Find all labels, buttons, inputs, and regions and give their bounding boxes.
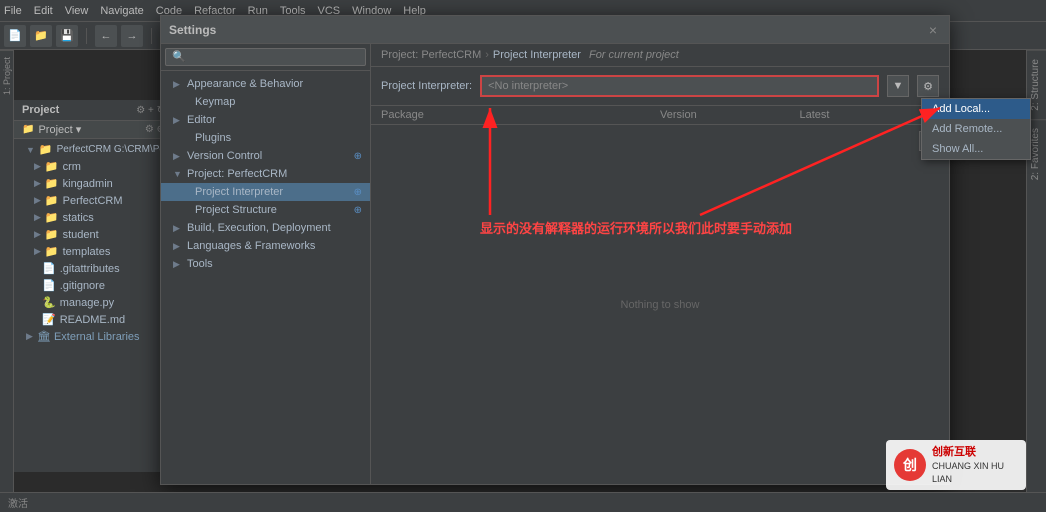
- interpreter-label: Project Interpreter:: [381, 80, 472, 92]
- watermark-text: 创新互联 CHUANG XIN HU LIAN: [932, 445, 1018, 486]
- settings-dialog: Settings × ▶ Appearance & Behavior Keyma…: [160, 15, 950, 485]
- dialog-title: Settings: [169, 23, 925, 37]
- settings-breadcrumb: Project: PerfectCRM › Project Interprete…: [371, 44, 949, 67]
- settings-plugins[interactable]: Plugins: [161, 129, 370, 147]
- watermark-logo: 创: [894, 449, 926, 481]
- settings-tree-panel: ▶ Appearance & Behavior Keymap ▶ Editor …: [161, 44, 371, 484]
- settings-content-panel: Project: PerfectCRM › Project Interprete…: [371, 44, 949, 484]
- watermark-line2: CHUANG XIN HU LIAN: [932, 460, 1018, 485]
- expand-icon: ▶: [173, 259, 183, 270]
- col-package-header: Package: [381, 109, 660, 121]
- dropdown-item-label: Add Local...: [932, 103, 990, 115]
- settings-search-input[interactable]: [165, 48, 366, 66]
- settings-item-label: Project Structure: [195, 204, 277, 216]
- dropdown-add-remote[interactable]: Add Remote...: [922, 119, 1030, 139]
- breadcrumb-section: Project Interpreter: [493, 49, 581, 61]
- structure-indicator: ⊕: [354, 205, 362, 216]
- interpreter-arrow-button[interactable]: ▼: [887, 75, 909, 97]
- settings-editor[interactable]: ▶ Editor: [161, 111, 370, 129]
- dialog-titlebar: Settings ×: [161, 16, 949, 44]
- settings-search: [161, 44, 370, 71]
- settings-build[interactable]: ▶ Build, Execution, Deployment: [161, 219, 370, 237]
- dialog-body: ▶ Appearance & Behavior Keymap ▶ Editor …: [161, 44, 949, 484]
- expand-icon: ▶: [173, 151, 183, 162]
- table-body: + Nothing to show: [371, 125, 949, 484]
- expand-icon: ▶: [173, 79, 183, 90]
- settings-structure[interactable]: Project Structure ⊕: [161, 201, 370, 219]
- settings-interpreter[interactable]: Project Interpreter ⊕: [161, 183, 370, 201]
- table-header: Package Version Latest: [371, 106, 949, 125]
- dropdown-menu: Add Local... Add Remote... Show All...: [921, 98, 1031, 160]
- dialog-overlay: Settings × ▶ Appearance & Behavior Keyma…: [0, 0, 1046, 512]
- settings-item-label: Appearance & Behavior: [187, 78, 303, 90]
- dropdown-item-label: Add Remote...: [932, 123, 1002, 135]
- settings-item-label: Build, Execution, Deployment: [187, 222, 331, 234]
- settings-tools[interactable]: ▶ Tools: [161, 255, 370, 273]
- settings-item-label: Languages & Frameworks: [187, 240, 315, 252]
- interpreter-bar: Project Interpreter: <No interpreter> ▼ …: [371, 67, 949, 106]
- col-latest-header: Latest: [800, 109, 940, 121]
- interpreter-dropdown[interactable]: <No interpreter>: [480, 75, 879, 97]
- settings-vcs[interactable]: ▶ Version Control ⊕: [161, 147, 370, 165]
- vcs-indicator: ⊕: [354, 151, 362, 162]
- settings-keymap[interactable]: Keymap: [161, 93, 370, 111]
- settings-appearance[interactable]: ▶ Appearance & Behavior: [161, 75, 370, 93]
- settings-tree: ▶ Appearance & Behavior Keymap ▶ Editor …: [161, 71, 370, 484]
- breadcrumb-note: For current project: [589, 49, 679, 61]
- dropdown-item-label: Show All...: [932, 143, 983, 155]
- interpreter-indicator: ⊕: [354, 187, 362, 198]
- settings-item-label: Keymap: [195, 96, 235, 108]
- dropdown-show-all[interactable]: Show All...: [922, 139, 1030, 159]
- status-text: 激活: [8, 495, 28, 510]
- interpreter-settings-button[interactable]: ⚙: [917, 75, 939, 97]
- settings-item-label: Editor: [187, 114, 216, 126]
- settings-project[interactable]: ▼ Project: PerfectCRM: [161, 165, 370, 183]
- nothing-to-show: Nothing to show: [621, 299, 700, 311]
- col-version-header: Version: [660, 109, 800, 121]
- watermark: 创 创新互联 CHUANG XIN HU LIAN: [886, 440, 1026, 490]
- breadcrumb-root: Project: PerfectCRM: [381, 49, 481, 61]
- expand-icon: ▶: [173, 223, 183, 234]
- dialog-close-button[interactable]: ×: [925, 22, 941, 38]
- settings-item-label: Tools: [187, 258, 213, 270]
- dropdown-add-local[interactable]: Add Local...: [922, 99, 1030, 119]
- expand-icon: ▼: [173, 169, 183, 179]
- settings-item-label: Plugins: [195, 132, 231, 144]
- settings-item-label: Project: PerfectCRM: [187, 168, 287, 180]
- settings-languages[interactable]: ▶ Languages & Frameworks: [161, 237, 370, 255]
- settings-item-label: Project Interpreter: [195, 186, 283, 198]
- settings-item-label: Version Control: [187, 150, 262, 162]
- expand-icon: ▶: [173, 115, 183, 126]
- expand-icon: ▶: [173, 241, 183, 252]
- breadcrumb-sep1: ›: [485, 49, 489, 61]
- status-bar: 激活: [0, 492, 1046, 512]
- watermark-line1: 创新互联: [932, 445, 1018, 460]
